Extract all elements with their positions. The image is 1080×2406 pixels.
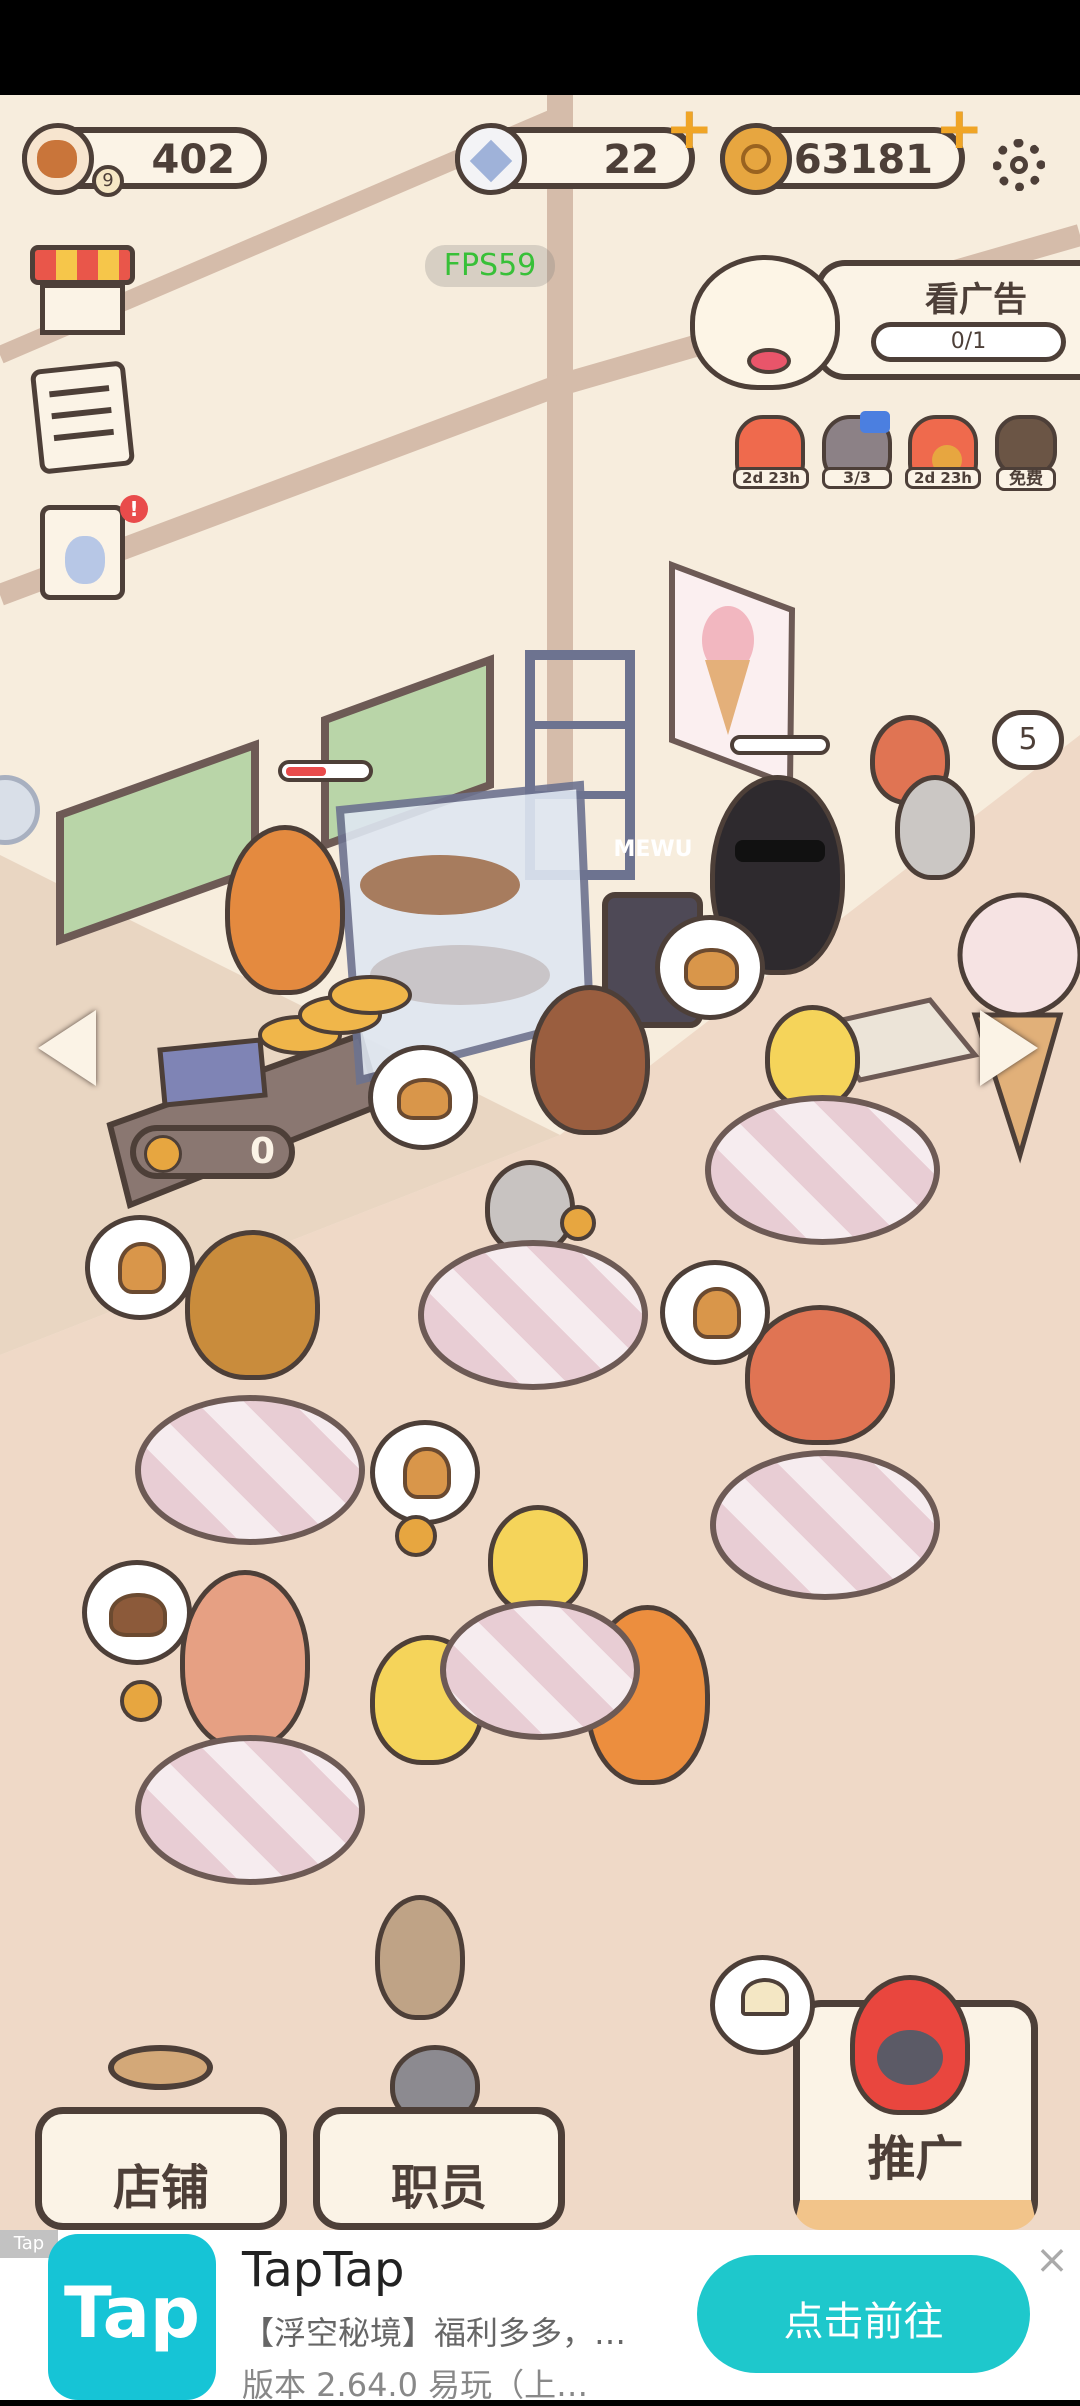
bear-customer[interactable]	[530, 985, 650, 1135]
gem-count: 22	[603, 137, 659, 183]
add-coins-plus-icon[interactable]: +	[935, 99, 984, 157]
coin-icon	[720, 123, 792, 195]
task-list-icon[interactable]	[29, 360, 136, 475]
fire-cat-promote-icon	[850, 1975, 970, 2115]
watch-ad-panel[interactable]: 看广告 0/1	[815, 260, 1080, 380]
boost-4-free-label: 免费	[996, 467, 1056, 491]
register-coin-tray[interactable]: 0	[130, 1125, 295, 1179]
toast-icon	[118, 1242, 166, 1294]
shop-icon[interactable]	[30, 245, 135, 340]
boost-3-timer: 2d 23h	[905, 467, 981, 489]
staff-progress-bar	[278, 760, 373, 782]
taptap-logo[interactable]: Tap	[48, 2234, 216, 2400]
cafe-table[interactable]	[135, 1395, 365, 1545]
store-button[interactable]: 店铺	[35, 2107, 287, 2230]
cafe-table[interactable]	[710, 1450, 940, 1600]
order-bubble[interactable]	[660, 1260, 770, 1365]
order-bubble[interactable]	[368, 1045, 478, 1150]
coin-icon[interactable]	[395, 1515, 437, 1557]
mouse-customer[interactable]	[895, 775, 975, 880]
order-bubble[interactable]	[370, 1420, 480, 1525]
staff-button[interactable]: 职员	[313, 2107, 565, 2230]
alert-badge: !	[120, 495, 148, 523]
stool-icon	[108, 2045, 213, 2090]
fps-indicator: FPS59	[425, 245, 555, 287]
ad-version: 版本 2.64.0 易玩（上…	[242, 2366, 589, 2404]
hamster-customer[interactable]	[375, 1895, 465, 2020]
calendar-icon[interactable]	[40, 505, 125, 600]
white-cat-mascot-icon[interactable]	[690, 255, 840, 390]
staff-button-label: 职员	[390, 2160, 487, 2216]
watch-ad-progress-text: 0/1	[950, 329, 987, 354]
cafe-table[interactable]	[135, 1735, 365, 1885]
taptap-logo-text: Tap	[63, 2272, 201, 2354]
bread-icon	[397, 1078, 452, 1120]
customer-patience-bar	[730, 735, 830, 755]
cafe-table[interactable]	[418, 1240, 648, 1390]
menu-board-sign: MEWU	[613, 837, 693, 862]
diamond-icon	[455, 123, 527, 195]
store-button-label: 店铺	[112, 2160, 209, 2216]
chick-customer[interactable]	[488, 1505, 588, 1615]
gear-icon[interactable]	[993, 139, 1045, 191]
gem-counter[interactable]: 22	[455, 123, 695, 195]
boost-2-count: 3/3	[822, 467, 892, 489]
rye-bread-icon	[109, 1593, 167, 1637]
order-bubble[interactable]	[85, 1215, 195, 1320]
add-gems-plus-icon[interactable]: +	[665, 99, 714, 157]
scroll-left-arrow-icon[interactable]	[38, 1010, 96, 1086]
ad-app-name: TapTap	[242, 2242, 405, 2298]
dog-customer[interactable]	[185, 1230, 320, 1380]
watch-ad-title: 看广告	[925, 280, 1027, 320]
ad-description: 【浮空秘境】福利多多，…	[242, 2314, 627, 2352]
bread-count: 402	[151, 137, 236, 183]
close-icon[interactable]: ×	[1032, 2240, 1072, 2280]
bread-counter[interactable]: 9 402	[22, 123, 267, 197]
fan-icon-bubble[interactable]	[710, 1955, 815, 2055]
coin-icon[interactable]	[120, 1680, 162, 1722]
boost-1-timer: 2d 23h	[733, 467, 809, 489]
game-scene[interactable]: 9 402 22 + 63181 + FPS59 ! 看广告 0/1 2d 23…	[0, 95, 1080, 2230]
coin-icon[interactable]	[560, 1205, 596, 1241]
ad-banner[interactable]: Tap Tap TapTap 【浮空秘境】福利多多，… 版本 2.64.0 易玩…	[0, 2230, 1080, 2404]
fan-icon	[741, 1978, 789, 2016]
fox-baker-staff[interactable]	[225, 825, 345, 995]
coin-icon	[144, 1135, 182, 1173]
cafe-table[interactable]	[705, 1095, 940, 1245]
rabbit-customer[interactable]	[180, 1570, 310, 1750]
ad-cta-button[interactable]: 点击前往	[697, 2255, 1030, 2373]
ad-cta-label: 点击前往	[783, 2299, 944, 2345]
scroll-right-arrow-icon[interactable]	[980, 1010, 1038, 1086]
toast-icon	[693, 1287, 741, 1339]
toast-icon	[403, 1447, 451, 1499]
bread-icon	[684, 948, 739, 990]
queue-count-bubble: 5	[992, 710, 1064, 770]
promote-button-label: 推广	[867, 2131, 964, 2187]
bread-level-badge: 9	[92, 165, 124, 197]
coin-count: 63181	[793, 137, 933, 183]
order-bubble[interactable]	[655, 915, 765, 1020]
status-bar	[0, 0, 1080, 95]
watch-ad-progress-bar: 0/1	[871, 322, 1066, 362]
register-coin-count: 0	[249, 1131, 275, 1172]
coin-counter[interactable]: 63181	[720, 123, 965, 195]
order-bubble[interactable]	[82, 1560, 192, 1665]
cafe-table[interactable]	[440, 1600, 640, 1740]
bread-icon	[22, 123, 94, 195]
